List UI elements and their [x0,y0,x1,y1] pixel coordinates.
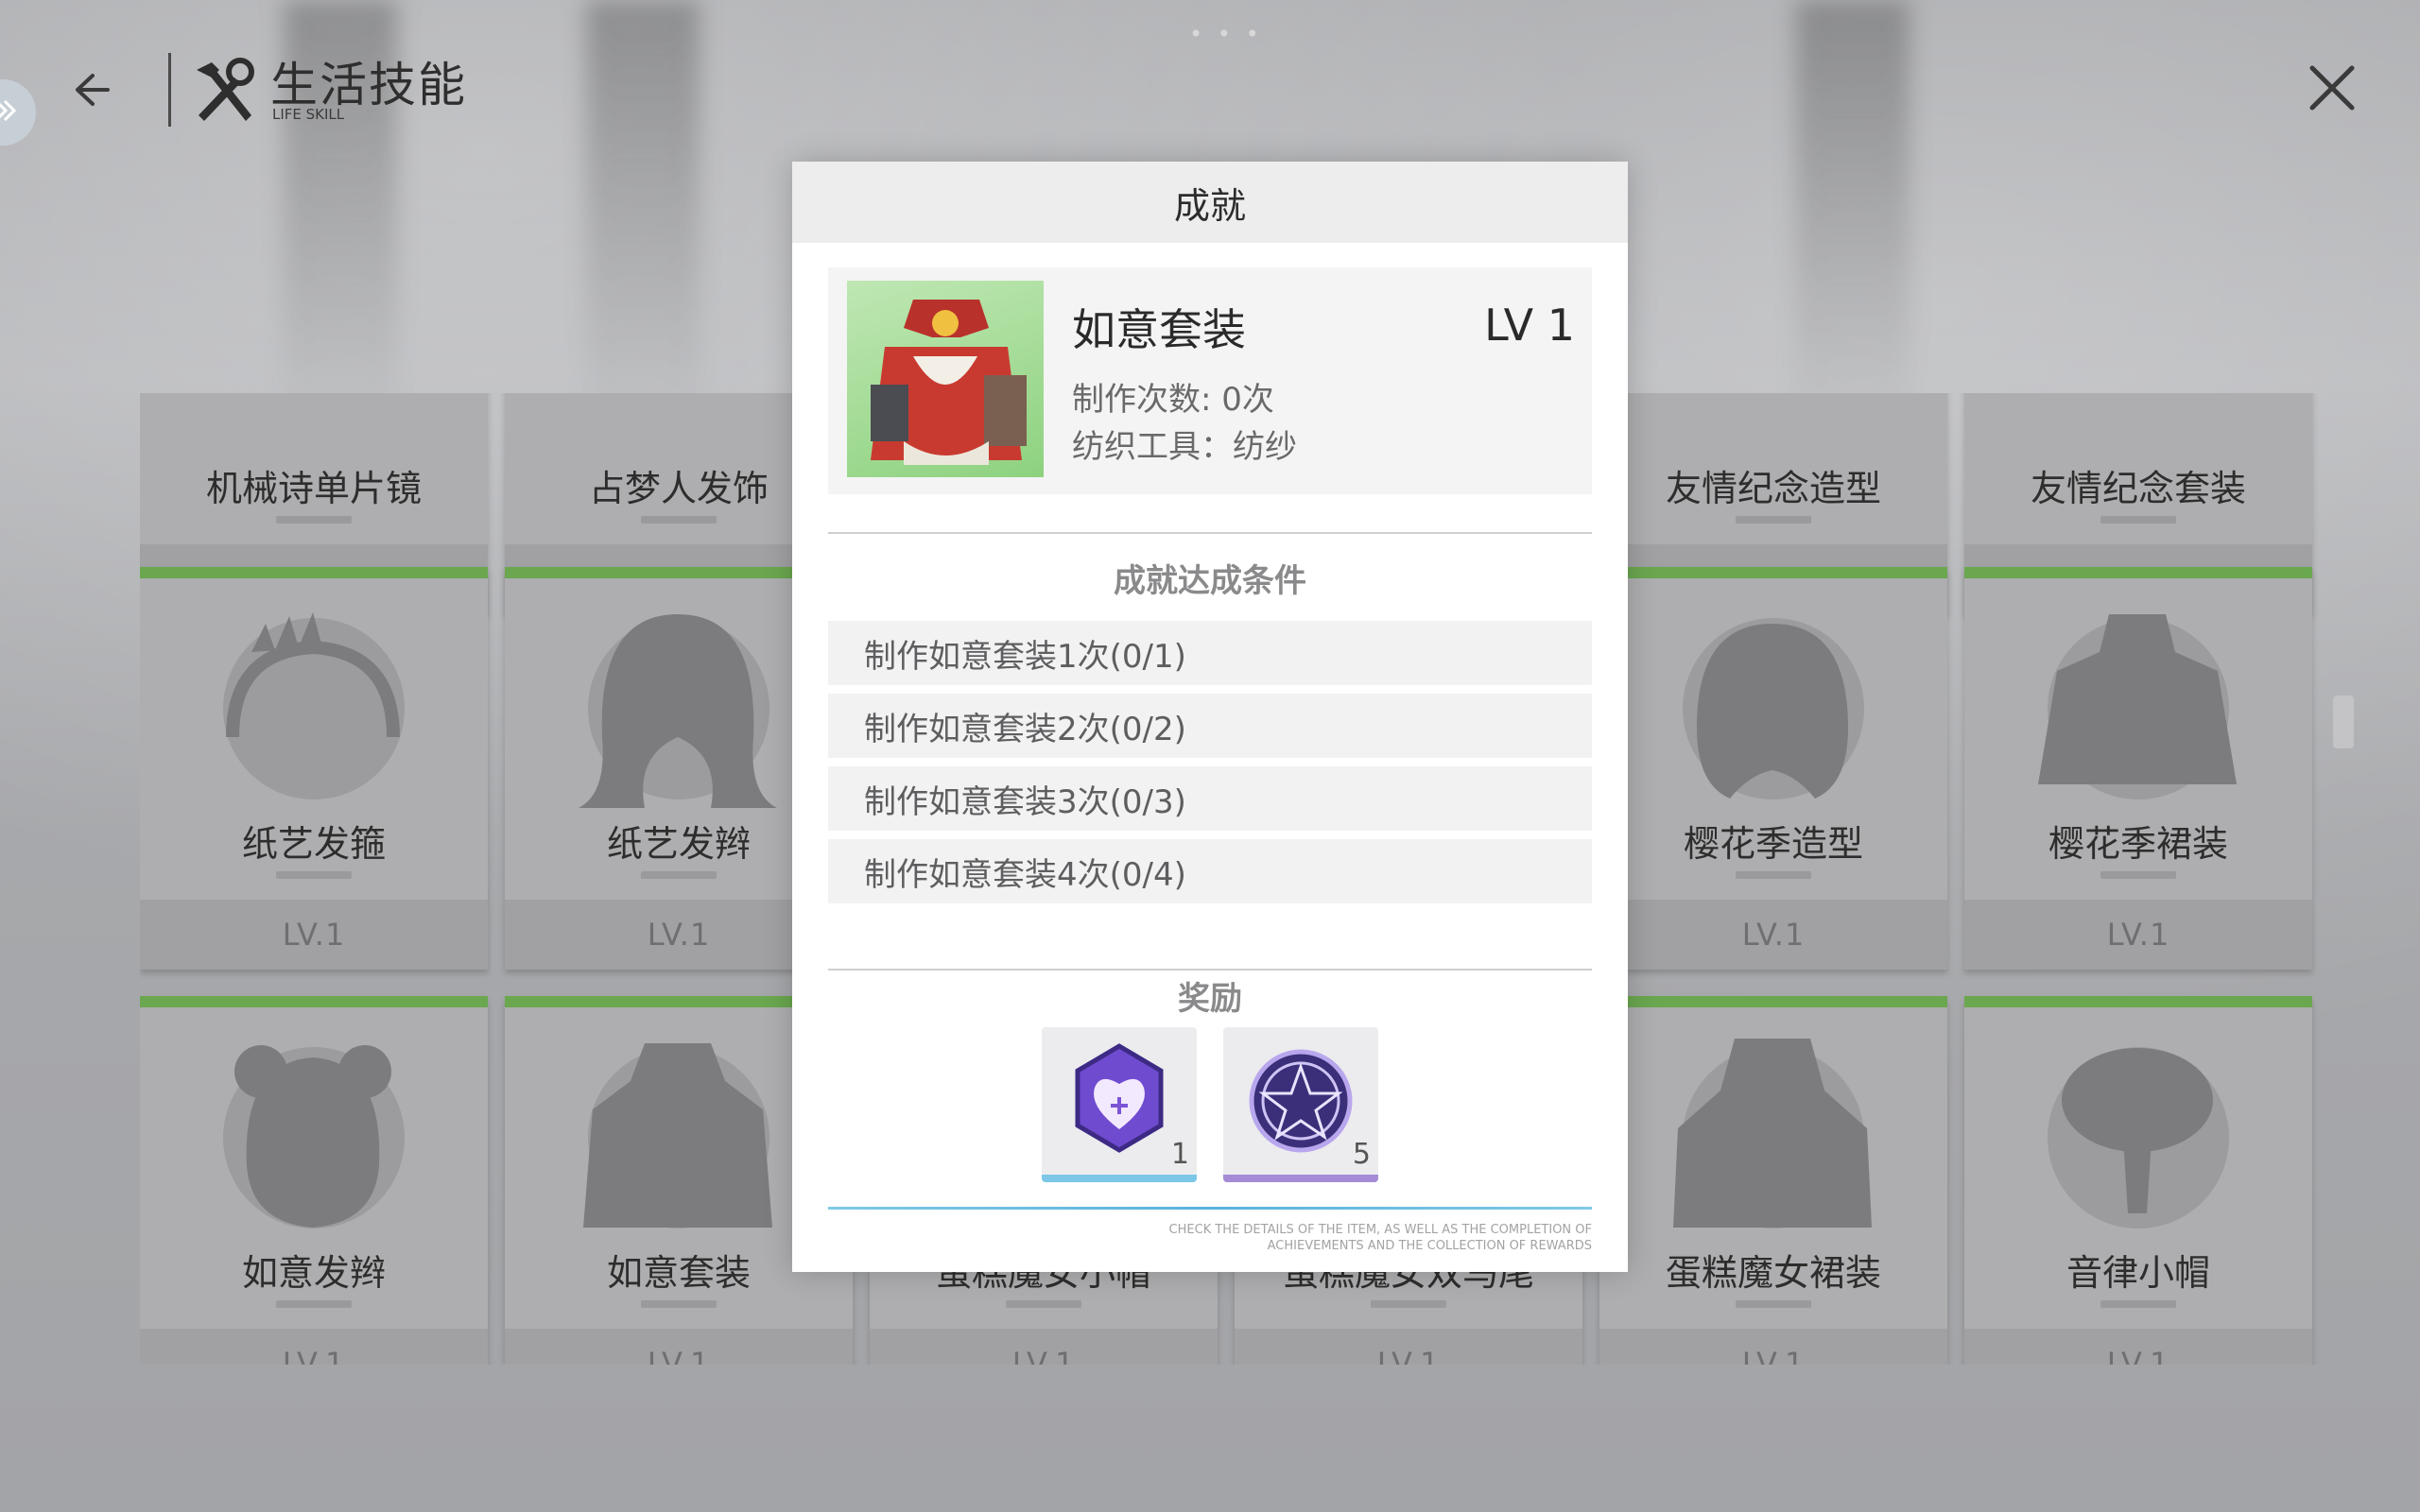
reward-quantity: 1 [1170,1138,1189,1171]
dress-silhouette-icon [2038,614,2237,784]
section-divider [828,532,1592,534]
page-subtitle: LIFE SKILL [272,106,345,123]
card-accent-line [1599,996,1947,1007]
footer-accent-line [828,1207,1592,1210]
braid-hair-silhouette-icon [579,614,777,808]
card-progress-bar [641,1300,717,1308]
close-button[interactable] [2303,59,2361,117]
item-image [847,281,1044,477]
card-level: LV.1 [1599,1329,1947,1365]
card-name: 如意发辫 [241,1252,386,1294]
hat-silhouette-icon [2062,1048,2213,1213]
card-progress-bar [2100,871,2176,879]
card-level: LV.1 [1964,1329,2312,1365]
card-name: 蛋糕魔女裙装 [1665,1252,1881,1294]
headband-silhouette-icon [226,612,400,738]
card-accent-line [140,996,488,1007]
recipe-card[interactable]: 樱花季造型 LV.1 [1599,567,1947,970]
craft-tool: 纺织工具：纺纱 [1072,428,1297,466]
card-progress-bar [1736,871,1811,879]
achievement-dialog: 成就 如意套装 LV 1 制作次数: 0次 纺织工具：纺纱 成就达成条件 制作如… [792,162,1628,1272]
section-divider [828,969,1592,971]
condition-item: 制作如意套装4次(0/4) [828,839,1592,903]
card-accent-line [1599,567,1947,578]
card-progress-bar [276,1300,352,1308]
condition-item: 制作如意套装1次(0/1) [828,621,1592,685]
back-button[interactable] [57,59,123,125]
card-name: 音律小帽 [2066,1252,2210,1294]
card-name: 友情纪念套装 [2030,468,2246,509]
card-level: LV.1 [1964,900,2312,970]
card-level: LV.1 [140,900,488,970]
reward-item[interactable]: 1 [1042,1027,1197,1182]
card-name: 机械诗单片镜 [205,468,422,509]
recipe-card[interactable]: 如意发辫 LV.1 [140,996,488,1365]
card-progress-bar [1736,516,1811,524]
card-level: LV.1 [140,1329,488,1365]
recipe-card[interactable]: 音律小帽 LV.1 [1964,996,2312,1365]
card-progress-bar [1006,1300,1081,1308]
recipe-card[interactable]: 纸艺发箍 LV.1 [140,567,488,970]
drag-handle[interactable]: • • • [1189,21,1263,47]
card-level: LV.1 [1235,1329,1582,1365]
card-progress-bar [1736,1300,1811,1308]
card-level: LV.1 [1599,900,1947,970]
craft-count: 制作次数: 0次 [1072,381,1274,419]
card-accent-line [140,567,488,578]
hairstyle-silhouette-icon [1697,624,1848,799]
footer-note: CHECK THE DETAILS OF THE ITEM, AS WELL A… [1168,1223,1592,1253]
conditions-title: 成就达成条件 [1114,562,1306,600]
reward-item[interactable]: 5 [1223,1027,1378,1182]
card-progress-bar [1371,1300,1446,1308]
reward-quantity: 5 [1352,1138,1371,1171]
condition-item: 制作如意套装2次(0/2) [828,694,1592,758]
buns-hair-silhouette-icon [234,1045,391,1228]
top-bar: 生活技能 LIFE SKILL • • • [0,0,2420,170]
card-level: LV.1 [870,1329,1218,1365]
close-icon [2303,65,2361,121]
card-name: 纸艺发箍 [241,823,386,865]
recipe-card[interactable]: 樱花季裙装 LV.1 [1964,567,2312,970]
card-progress-bar [641,871,717,879]
dress-silhouette-icon [1673,1039,1872,1228]
card-progress-bar [276,871,352,879]
card-progress-bar [641,516,717,524]
arrow-left-icon [66,66,113,117]
card-progress-bar [276,516,352,524]
card-progress-bar [2100,516,2176,524]
outfit-silhouette-icon [583,1043,772,1228]
recipe-card[interactable]: 蛋糕魔女裙装 LV.1 [1599,996,1947,1365]
side-expand-tab[interactable] [0,79,36,146]
dialog-title: 成就 [792,162,1628,243]
condition-item: 制作如意套装3次(0/3) [828,766,1592,831]
title-separator [168,53,171,127]
card-accent-line [1964,567,2312,578]
reward-rarity-line [1042,1175,1197,1182]
rewards-title: 奖励 [1178,980,1242,1018]
hammer-wrench-icon [187,57,259,129]
reward-rarity-line [1223,1175,1378,1182]
card-accent-line [1964,996,2312,1007]
item-summary: 如意套装 LV 1 制作次数: 0次 纺织工具：纺纱 [828,267,1592,494]
double-chevron-right-icon [0,96,20,129]
card-progress-bar [2100,1300,2176,1308]
card-level: LV.1 [505,1329,853,1365]
item-name: 如意套装 [1072,304,1246,355]
item-level: LV 1 [1484,300,1575,351]
grid-scrollbar[interactable] [2333,696,2354,748]
card-name: 樱花季裙装 [2048,823,2228,865]
card-name: 樱花季造型 [1683,823,1863,865]
card-name: 友情纪念造型 [1665,468,1881,509]
